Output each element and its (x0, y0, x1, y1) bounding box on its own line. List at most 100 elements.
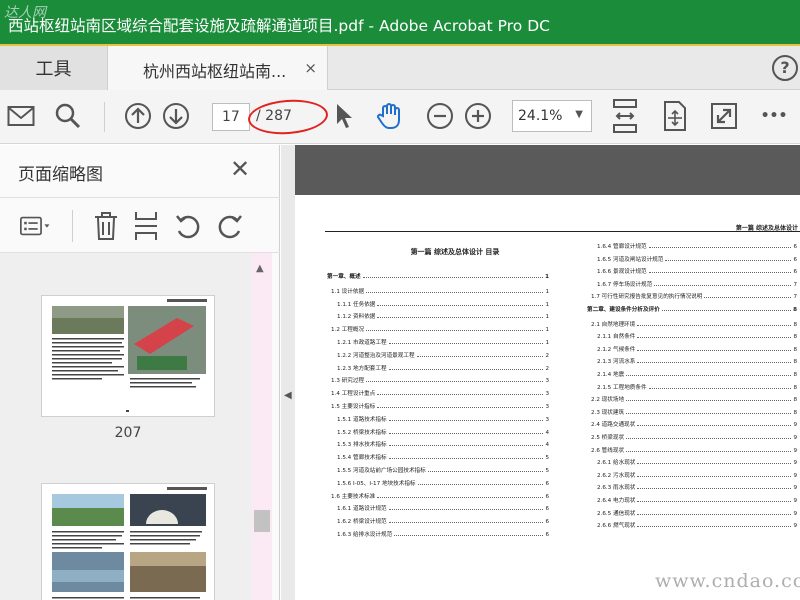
scroll-mode-icon[interactable] (659, 100, 691, 132)
toc-entry-page: 1 (545, 274, 549, 280)
toc-entry[interactable]: 2.1.5 工程地质条件 8 (587, 383, 797, 391)
toc-entry-page: 9 (793, 435, 797, 441)
toc-entry[interactable]: 2.6.6 燃气现状 9 (587, 521, 797, 529)
insert-page-icon[interactable] (130, 210, 162, 242)
document-view[interactable]: 第一篇 综述及总体设计 第一篇 综述及总体设计 目录 第一章、概述 1 1.1 设计… (295, 145, 800, 600)
toc-entry-text: 2.1.2 气候条件 (597, 346, 636, 353)
toc-entry[interactable]: 2.6.4 电力现状 9 (587, 496, 797, 504)
toc-entry[interactable]: 2.2 现状场地 8 (587, 395, 797, 403)
toc-entry[interactable]: 2.1.2 气候条件 8 (587, 345, 797, 353)
toc-leader-dots (637, 463, 792, 465)
toc-entry[interactable]: 2.1.1 自然条件 8 (587, 332, 797, 340)
toc-leader-dots (388, 522, 544, 524)
toc-entry[interactable]: 1.2.3 地方配套工程 2 (327, 364, 549, 372)
thumbnail-scrollbar[interactable]: ▲ (252, 253, 272, 600)
collapse-panel-icon[interactable]: ◀ (284, 390, 292, 401)
tab-close-icon[interactable]: × (304, 59, 317, 77)
toc-entry[interactable]: 2.1 自然地理环境 8 (587, 320, 797, 328)
toc-entry[interactable]: 1.5.3 排水技术指标 4 (327, 440, 549, 448)
scrollbar-thumb[interactable] (254, 510, 270, 532)
toc-leader-dots (366, 330, 544, 332)
toc-entry[interactable]: 1.6.3 给排水设计规范 6 (327, 530, 549, 538)
toc-entry[interactable]: 第二章、建设条件分析及评价 8 (587, 305, 797, 313)
toc-entry[interactable]: 2.1.4 地震 8 (587, 370, 797, 378)
rotate-cw-icon[interactable] (214, 210, 246, 242)
toc-entry-text: 1.5.6 I-05、I-17 地块技术指标 (337, 480, 416, 487)
fit-page-icon[interactable] (609, 99, 641, 133)
toc-entry[interactable]: 1.2.2 河道整治及河道景观工程 2 (327, 351, 549, 359)
toc-entry[interactable]: 2.6.3 雨水现状 9 (587, 483, 797, 491)
toc-entry[interactable]: 1.5.1 道路技术指标 3 (327, 415, 549, 423)
zoom-out-icon[interactable] (424, 100, 456, 132)
toc-entry[interactable]: 2.6.2 污水现状 9 (587, 471, 797, 479)
toc-entry[interactable]: 2.4 道路交通现状 9 (587, 420, 797, 428)
toc-entry-text: 2.2 现状场地 (591, 397, 625, 404)
scroll-up-icon[interactable]: ▲ (256, 263, 264, 274)
select-cursor-icon[interactable] (328, 100, 360, 132)
toc-entry[interactable]: 2.6 管线现状 9 (587, 446, 797, 454)
toc-entry-text: 1.5.3 排水技术指标 (337, 442, 387, 449)
help-icon[interactable]: ? (772, 55, 798, 81)
toc-entry[interactable]: 1.2 工程概况 1 (327, 325, 549, 333)
toc-entry[interactable]: 1.6.2 桥梁设计规范 6 (327, 517, 549, 525)
toc-entry[interactable]: 1.6.4 管廊设计规范 6 (587, 242, 797, 250)
toc-entry[interactable]: 1.6.1 道路设计规范 6 (327, 504, 549, 512)
toc-entry[interactable]: 1.3 研究过程 3 (327, 376, 549, 384)
toc-entry[interactable]: 1.5.6 I-05、I-17 地块技术指标 6 (327, 479, 549, 487)
toc-leader-dots (626, 400, 792, 402)
zoom-select[interactable]: 24.1% ▼ (512, 100, 592, 132)
toc-entry-text: 1.5.4 管廊技术指标 (337, 455, 387, 462)
options-icon[interactable] (20, 210, 52, 242)
more-icon[interactable]: ••• (758, 100, 790, 132)
mail-icon[interactable] (5, 100, 37, 132)
toc-entry-page: 2 (545, 352, 549, 359)
toc-entry[interactable]: 1.6 主要技术标准 6 (327, 492, 549, 500)
toc-entry[interactable]: 1.5 主要设计指标 3 (327, 402, 549, 410)
delete-icon[interactable] (90, 210, 122, 242)
toc-entry[interactable]: 2.3 现状建筑 8 (587, 408, 797, 416)
page-thumbnail[interactable] (41, 295, 215, 417)
panel-splitter[interactable]: ◀ (281, 145, 295, 600)
toc-entry[interactable]: 2.6.5 通信现状 9 (587, 509, 797, 517)
toc-entry[interactable]: 1.5.4 管廊技术指标 5 (327, 453, 549, 461)
close-panel-icon[interactable]: ✕ (230, 155, 250, 183)
toc-entry[interactable]: 1.6.6 景观设计规范 6 (587, 267, 797, 275)
search-icon[interactable] (52, 100, 84, 132)
toc-entry-page: 6 (545, 519, 549, 526)
toc-entry-text: 1.5.1 道路技术指标 (337, 416, 387, 423)
toc-entry[interactable]: 1.6.7 停车场设计规范 7 (587, 280, 797, 288)
toc-entry[interactable]: 1.1 设计依据 1 (327, 287, 549, 295)
toc-entry-page: 5 (545, 455, 549, 462)
toc-entry[interactable]: 1.5.5 河道及站前广场公园技术指标 5 (327, 466, 549, 474)
fullscreen-icon[interactable] (708, 100, 740, 132)
toc-entry[interactable]: 2.6.1 给水现状 9 (587, 458, 797, 466)
toc-entry[interactable]: 1.2.1 市政道路工程 1 (327, 338, 549, 346)
toc-entry[interactable]: 1.1.2 资料依据 1 (327, 312, 549, 320)
arrow-up-icon[interactable] (122, 100, 154, 132)
toc-entry-text: 1.6.6 景观设计规范 (597, 269, 647, 276)
title-bar: 西站枢纽站南区域综合配套设施及疏解通道项目.pdf - Adobe Acroba… (0, 0, 800, 46)
toc-entry[interactable]: 第一章、概述 1 (327, 272, 549, 280)
toc-entry[interactable]: 1.5.2 桥梁技术指标 4 (327, 428, 549, 436)
tab-document[interactable]: 杭州西站枢纽站南... × (108, 46, 328, 90)
rotate-ccw-icon[interactable] (172, 210, 204, 242)
toc-entry[interactable]: 2.1.3 河流水系 8 (587, 357, 797, 365)
toc-entry[interactable]: 1.1.1 任务依据 1 (327, 300, 549, 308)
header-rule (325, 231, 800, 232)
page-number-input[interactable]: 17 (212, 103, 250, 131)
toc-entry[interactable]: 2.5 桥梁现状 9 (587, 433, 797, 441)
toc-entry-text: 2.6.6 燃气现状 (597, 523, 636, 530)
zoom-in-icon[interactable] (462, 100, 494, 132)
toc-entry-page: 6 (793, 244, 797, 250)
toc-entry[interactable]: 1.4 工程设计重点 3 (327, 389, 549, 397)
toc-leader-dots (637, 526, 792, 528)
toc-entry-page: 9 (793, 422, 797, 429)
toc-leader-dots (388, 509, 544, 511)
toc-entry[interactable]: 1.7 可行性研究报告批复意见的执行情况说明 7 (587, 292, 797, 300)
page-thumbnail[interactable] (41, 483, 215, 600)
toc-leader-dots (637, 513, 792, 515)
tab-tools[interactable]: 工具 (0, 46, 108, 90)
toc-entry[interactable]: 1.6.5 河道及闸站设计规范 6 (587, 255, 797, 263)
hand-tool-icon[interactable] (374, 100, 406, 132)
arrow-down-icon[interactable] (160, 100, 192, 132)
